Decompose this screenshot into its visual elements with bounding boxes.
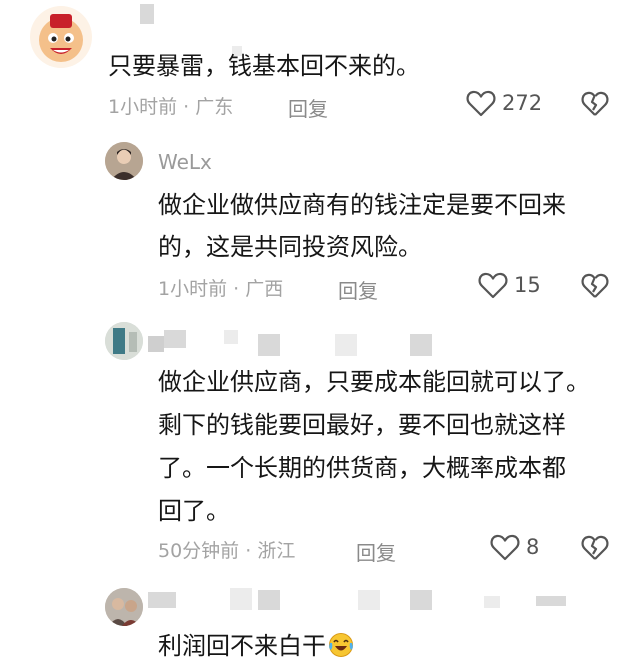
comment-text-content: 利润回不来白干	[158, 632, 326, 660]
blurred-username	[148, 336, 164, 352]
broken-heart-icon[interactable]	[581, 534, 609, 562]
like-count: 15	[514, 273, 541, 297]
user-avatar-4[interactable]	[105, 588, 143, 626]
heart-icon	[466, 90, 496, 117]
comment-text-line: 做企业供应商，只要成本能回就可以了。	[158, 368, 590, 396]
blurred-username	[258, 334, 280, 356]
like-button[interactable]: 15	[478, 271, 541, 299]
comment-thread: 只要暴雷，钱基本回不来的。 1小时前 · 广东 回复 272 WeLx 做企业做…	[0, 0, 640, 670]
username[interactable]: WeLx	[158, 150, 212, 174]
blurred-username	[258, 590, 280, 610]
comment-time: 1小时前	[158, 278, 228, 300]
room-photo-avatar-icon	[105, 322, 143, 360]
comment-text-line: 回了。	[158, 497, 230, 525]
meta-separator: ·	[227, 278, 246, 300]
blurred-username	[410, 590, 432, 610]
broken-heart-icon[interactable]	[581, 90, 609, 118]
broken-heart-icon[interactable]	[581, 272, 609, 300]
like-button[interactable]: 272	[466, 89, 542, 117]
blurred-username	[484, 596, 500, 608]
reply-button[interactable]: 回复	[288, 93, 328, 122]
blurred-username	[410, 334, 432, 356]
comment-location: 浙江	[257, 540, 296, 562]
comment-text-line: 剩下的钱能要回最好，要不回也就这样	[158, 411, 566, 439]
comment-time: 50分钟前	[158, 540, 240, 562]
comment-location: 广东	[195, 96, 234, 118]
group-photo-avatar-icon	[105, 588, 143, 626]
heart-icon	[478, 272, 508, 299]
user-avatar-1[interactable]	[30, 6, 92, 68]
cartoon-boy-avatar-icon	[39, 14, 83, 62]
like-button[interactable]: 8	[490, 533, 539, 561]
blurred-username	[358, 590, 380, 610]
blurred-username	[148, 592, 176, 608]
user-avatar-2[interactable]	[105, 142, 143, 180]
laughing-crying-emoji	[329, 633, 353, 657]
comment-text-line: 做企业做供应商有的钱注定是要不回来	[158, 191, 566, 219]
comment-location: 广西	[245, 278, 284, 300]
comment-meta: 1小时前 · 广西	[158, 274, 283, 301]
blurred-username	[140, 4, 154, 24]
reply-button[interactable]: 回复	[356, 537, 396, 566]
comment-time: 1小时前	[108, 96, 178, 118]
reply-button[interactable]: 回复	[338, 275, 378, 304]
comment-text: 只要暴雷，钱基本回不来的。	[108, 52, 420, 80]
comment-meta: 50分钟前 · 浙江	[158, 536, 295, 563]
blurred-username	[536, 596, 566, 606]
blurred-username	[230, 588, 252, 610]
blurred-username	[164, 330, 186, 348]
heart-icon	[490, 534, 520, 561]
blurred-username	[224, 330, 238, 344]
comment-text-line: 了。一个长期的供货商，大概率成本都	[158, 454, 566, 482]
comment-meta: 1小时前 · 广东	[108, 92, 233, 119]
like-count: 272	[502, 91, 543, 115]
comment-text: 利润回不来白干	[158, 624, 354, 669]
like-count: 8	[526, 535, 540, 559]
user-avatar-3[interactable]	[105, 322, 143, 360]
meta-separator: ·	[239, 540, 258, 562]
person-photo-avatar-icon	[105, 142, 143, 180]
blurred-username	[335, 334, 357, 356]
comment-text-line: 的，这是共同投资风险。	[158, 233, 422, 261]
meta-separator: ·	[177, 96, 196, 118]
